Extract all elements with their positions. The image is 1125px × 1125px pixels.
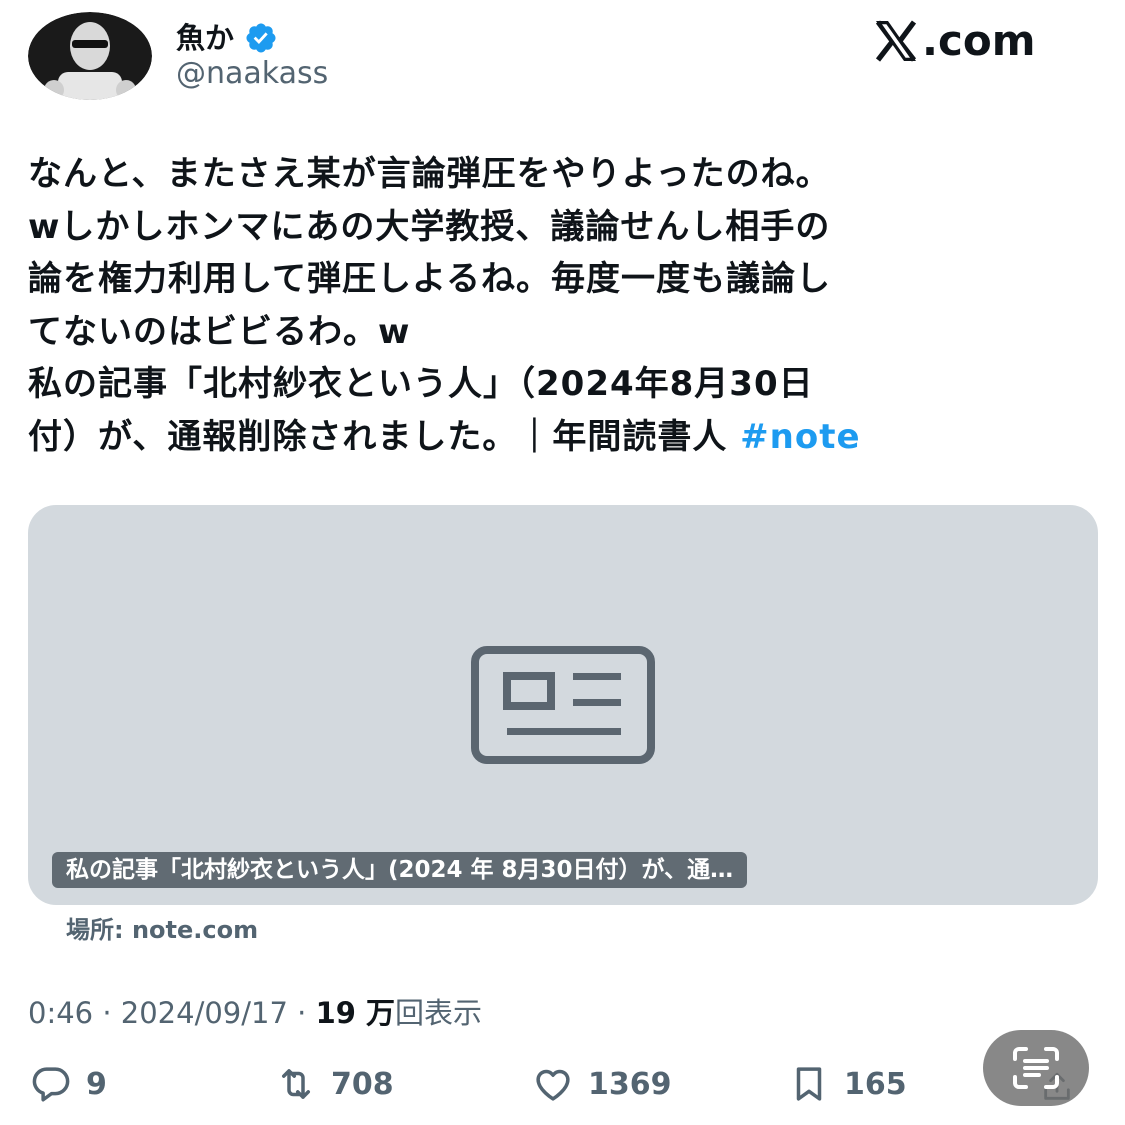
- handle[interactable]: @naakass: [176, 56, 328, 92]
- views-label: 回表示: [395, 996, 483, 1030]
- meta-separator: ·: [297, 996, 316, 1030]
- tweet-time[interactable]: 0:46: [28, 996, 93, 1030]
- text-scan-button[interactable]: [983, 1030, 1089, 1106]
- views-count: 19 万: [315, 996, 396, 1030]
- reply-button[interactable]: 9: [30, 1060, 107, 1108]
- display-name[interactable]: 魚か: [176, 20, 278, 56]
- text-scan-icon: [1013, 1047, 1059, 1089]
- meta-separator: ·: [102, 996, 121, 1030]
- hashtag-link[interactable]: #note: [740, 417, 860, 457]
- tweet-line-last: 付）が、通報削除されました。｜年間読書人 #note: [28, 411, 1098, 464]
- tweet-line: てないのはビビるわ。w: [28, 311, 411, 352]
- like-button[interactable]: 1369: [532, 1060, 672, 1108]
- bookmark-count: 165: [844, 1066, 907, 1102]
- link-card-source[interactable]: 場所: note.com: [66, 914, 258, 946]
- avatar[interactable]: [28, 12, 152, 100]
- reply-count: 9: [86, 1066, 107, 1102]
- tweet-date[interactable]: 2024/09/17: [121, 996, 288, 1030]
- brand-text: .com: [922, 16, 1036, 65]
- tweet-meta: 0:46 · 2024/09/17 · 19 万回表示: [28, 994, 482, 1032]
- retweet-button[interactable]: 708: [275, 1060, 394, 1108]
- bookmark-icon: [796, 1067, 822, 1101]
- tweet-line: wしかしホンマにあの大学教授、議論せんし相手の: [28, 206, 831, 247]
- verified-badge-icon: [246, 23, 276, 53]
- bookmark-button[interactable]: 165: [788, 1060, 907, 1108]
- link-card-caption[interactable]: 私の記事「北村紗衣という人」(2024 年 8月30日付）が、通…: [52, 852, 748, 888]
- x-logo-icon: [875, 20, 917, 62]
- display-name-text: 魚か: [176, 21, 235, 55]
- reply-icon: [32, 1067, 70, 1102]
- tweet-text: なんと、またさえ某が言論弾圧をやりよったのね。 wしかしホンマにあの大学教授、議…: [28, 148, 1098, 463]
- tweet-line: 論を権力利用して弾圧しよるね。毎度一度も議論し: [28, 259, 831, 299]
- retweet-icon: [282, 1069, 310, 1099]
- brand-logo: .com: [872, 16, 1035, 66]
- like-count: 1369: [588, 1066, 672, 1102]
- article-icon: [471, 646, 655, 764]
- retweet-count: 708: [331, 1066, 394, 1102]
- tweet-line-text: 付）が、通報削除されました。｜年間読書人: [28, 416, 728, 457]
- tweet-line: 私の記事「北村紗衣という人」（2024年8月30日: [28, 364, 814, 404]
- tweet-line: なんと、またさえ某が言論弾圧をやりよったのね。: [28, 154, 831, 194]
- heart-icon: [536, 1069, 570, 1101]
